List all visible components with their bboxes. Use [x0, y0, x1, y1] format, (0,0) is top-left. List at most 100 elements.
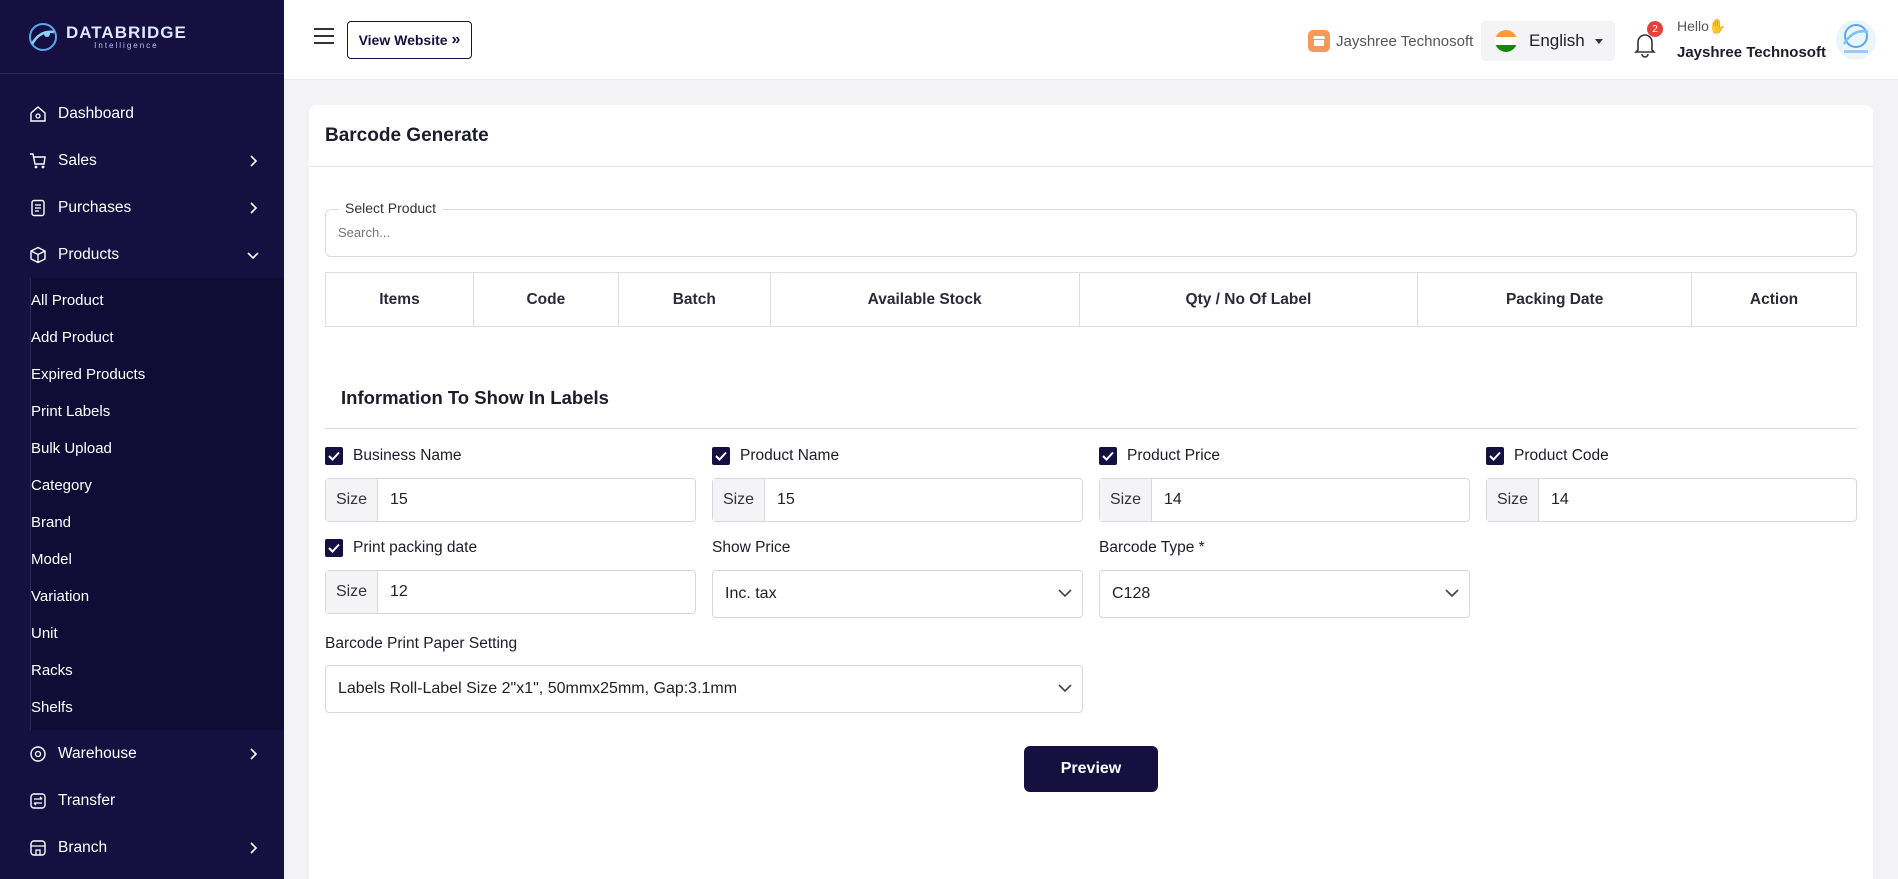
business-name-checkbox[interactable]: Business Name: [325, 447, 462, 465]
submenu-item-add-product[interactable]: Add Product: [1, 319, 284, 356]
sidebar-item-warehouse[interactable]: Warehouse: [0, 730, 284, 777]
product-name-checkbox[interactable]: Product Name: [712, 447, 839, 465]
chevron-right-icon: [250, 201, 258, 214]
submenu-item-print-labels[interactable]: Print Labels: [1, 393, 284, 430]
language-selector[interactable]: English: [1481, 21, 1615, 61]
store-icon: [28, 838, 48, 858]
business-name-size-input[interactable]: [378, 479, 695, 521]
checkbox-label: Product Price: [1127, 447, 1221, 464]
submenu-item-bulk-upload[interactable]: Bulk Upload: [1, 430, 284, 467]
checkmark-icon: [1486, 447, 1504, 465]
submenu-item-all-product[interactable]: All Product: [1, 282, 284, 319]
menu-toggle-icon[interactable]: [314, 28, 334, 44]
submenu-item-category[interactable]: Category: [1, 467, 284, 504]
india-flag-icon: [1495, 30, 1517, 52]
cart-icon: [28, 151, 48, 171]
column-header-batch: Batch: [617, 272, 771, 327]
sidebar: DATABRIDGE Intelligence Dashboard Sales …: [0, 0, 284, 879]
sidebar-item-purchases[interactable]: Purchases: [0, 184, 284, 231]
checkmark-icon: [712, 447, 730, 465]
paper-setting-select[interactable]: Labels Roll-Label Size 2"x1", 50mmx25mm,…: [325, 665, 1083, 713]
products-submenu: All Product Add Product Expired Products…: [30, 278, 284, 730]
preview-button[interactable]: Preview: [1024, 746, 1158, 792]
chevron-down-icon: [1058, 589, 1072, 598]
avatar[interactable]: [1834, 18, 1878, 62]
submenu-item-brand[interactable]: Brand: [1, 504, 284, 541]
sidebar-item-dashboard[interactable]: Dashboard: [0, 90, 284, 137]
product-code-size-group: Size: [1486, 478, 1857, 522]
sidebar-item-label: Branch: [58, 838, 108, 856]
submenu-item-shelfs[interactable]: Shelfs: [1, 689, 284, 726]
product-search-input[interactable]: [338, 225, 1838, 240]
show-price-select[interactable]: Inc. tax: [712, 570, 1083, 618]
column-header-action: Action: [1691, 272, 1857, 327]
chevron-down-icon: [247, 251, 259, 259]
chevron-right-icon: [250, 841, 258, 854]
sidebar-item-label: Sales: [58, 151, 97, 169]
company-selector[interactable]: Jayshree Technosoft: [1308, 30, 1473, 52]
show-price-value: Inc. tax: [725, 585, 777, 602]
chevron-down-icon: [1058, 684, 1072, 693]
barcode-card: Barcode Generate Select Product Items Co…: [309, 105, 1873, 879]
brand-subtitle: Intelligence: [94, 40, 159, 50]
size-addon: Size: [1100, 479, 1152, 521]
brand-logo-area[interactable]: DATABRIDGE Intelligence: [0, 0, 284, 74]
box-icon: [28, 245, 48, 265]
product-code-size-input[interactable]: [1539, 479, 1856, 521]
transfer-icon: [28, 791, 48, 811]
chevron-right-icon: [250, 747, 258, 760]
select-product-field: Select Product: [325, 200, 1857, 257]
packing-date-size-input[interactable]: [378, 571, 695, 613]
submenu-item-unit[interactable]: Unit: [1, 615, 284, 652]
checkmark-icon: [1099, 447, 1117, 465]
barcode-type-select[interactable]: C128: [1099, 570, 1470, 618]
print-packing-date-checkbox[interactable]: Print packing date: [325, 539, 477, 557]
column-header-packing-date: Packing Date: [1417, 272, 1693, 327]
caret-down-icon: [1594, 38, 1603, 44]
sidebar-item-label: Transfer: [58, 791, 116, 809]
sidebar-item-branch[interactable]: Branch: [0, 824, 284, 871]
user-name: Jayshree Technosoft: [1677, 44, 1826, 61]
checkmark-icon: [325, 539, 343, 557]
show-price-label: Show Price: [712, 539, 791, 556]
size-addon: Size: [326, 571, 378, 613]
sidebar-item-products[interactable]: Products: [0, 231, 284, 278]
submenu-item-expired-products[interactable]: Expired Products: [1, 356, 284, 393]
section-title: Information To Show In Labels: [341, 387, 609, 408]
warehouse-icon: [28, 744, 48, 764]
checkbox-label: Print packing date: [353, 539, 478, 556]
checkbox-label: Business Name: [353, 447, 462, 464]
barcode-type-label: Barcode Type *: [1099, 539, 1205, 556]
packing-date-size-group: Size: [325, 570, 696, 614]
double-chevron-right-icon: »: [451, 31, 461, 48]
column-header-code: Code: [472, 272, 619, 327]
size-addon: Size: [326, 479, 378, 521]
home-icon: [28, 104, 48, 124]
items-table: Items Code Batch Available Stock Qty / N…: [325, 272, 1857, 327]
chevron-right-icon: [250, 154, 258, 167]
sidebar-item-sales[interactable]: Sales: [0, 137, 284, 184]
sidebar-item-transfer[interactable]: Transfer: [0, 777, 284, 824]
product-name-size-input[interactable]: [765, 479, 1082, 521]
page-title: Barcode Generate: [309, 105, 1873, 167]
view-website-label: View Website: [358, 32, 448, 48]
brand-name: DATABRIDGE: [66, 22, 187, 42]
checkbox-label: Product Name: [740, 447, 840, 464]
product-price-size-input[interactable]: [1152, 479, 1469, 521]
select-product-label: Select Product: [339, 200, 443, 216]
table-header-row: Items Code Batch Available Stock Qty / N…: [325, 272, 1857, 327]
receipt-icon: [28, 198, 48, 218]
submenu-item-racks[interactable]: Racks: [1, 652, 284, 689]
sidebar-nav: Dashboard Sales Purchases Products All P…: [0, 74, 284, 871]
brand-logo-icon: [29, 22, 57, 51]
product-code-checkbox[interactable]: Product Code: [1486, 447, 1609, 465]
submenu-item-model[interactable]: Model: [1, 541, 284, 578]
product-price-size-group: Size: [1099, 478, 1470, 522]
product-price-checkbox[interactable]: Product Price: [1099, 447, 1220, 465]
sidebar-item-label: Purchases: [58, 198, 132, 216]
notification-badge: 2: [1647, 21, 1663, 37]
size-addon: Size: [713, 479, 765, 521]
submenu-item-variation[interactable]: Variation: [1, 578, 284, 615]
column-header-items: Items: [325, 272, 474, 327]
view-website-button[interactable]: View Website »: [347, 21, 472, 59]
